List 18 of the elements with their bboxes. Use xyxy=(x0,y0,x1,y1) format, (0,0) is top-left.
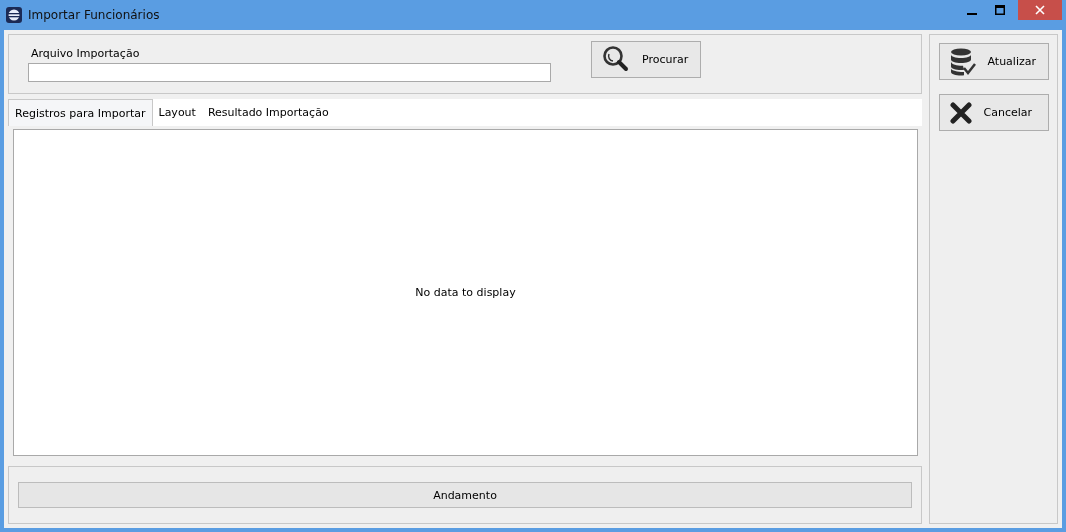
close-icon xyxy=(949,101,972,124)
tab[interactable]: Registros para Importar xyxy=(8,99,153,126)
field-label: Arquivo Importação xyxy=(30,46,141,60)
close-icon xyxy=(1035,5,1045,15)
progress-label: Andamento xyxy=(433,488,497,502)
maximize-icon xyxy=(995,5,1005,15)
search-icon xyxy=(602,45,630,73)
update-button[interactable]: Atualizar xyxy=(938,43,1049,80)
search-button[interactable]: Procurar xyxy=(591,40,701,78)
minimize-icon xyxy=(967,12,977,15)
tab[interactable]: Layout xyxy=(152,99,202,126)
app-logo-icon xyxy=(6,7,22,23)
window-title: Importar Funcionários xyxy=(28,8,161,22)
empty-message: No data to display xyxy=(415,286,516,299)
tab[interactable]: Resultado Importação xyxy=(201,99,335,126)
file-path-field[interactable] xyxy=(28,62,551,82)
database-check-icon xyxy=(949,47,976,76)
cancel-button[interactable]: Cancelar xyxy=(938,94,1049,131)
